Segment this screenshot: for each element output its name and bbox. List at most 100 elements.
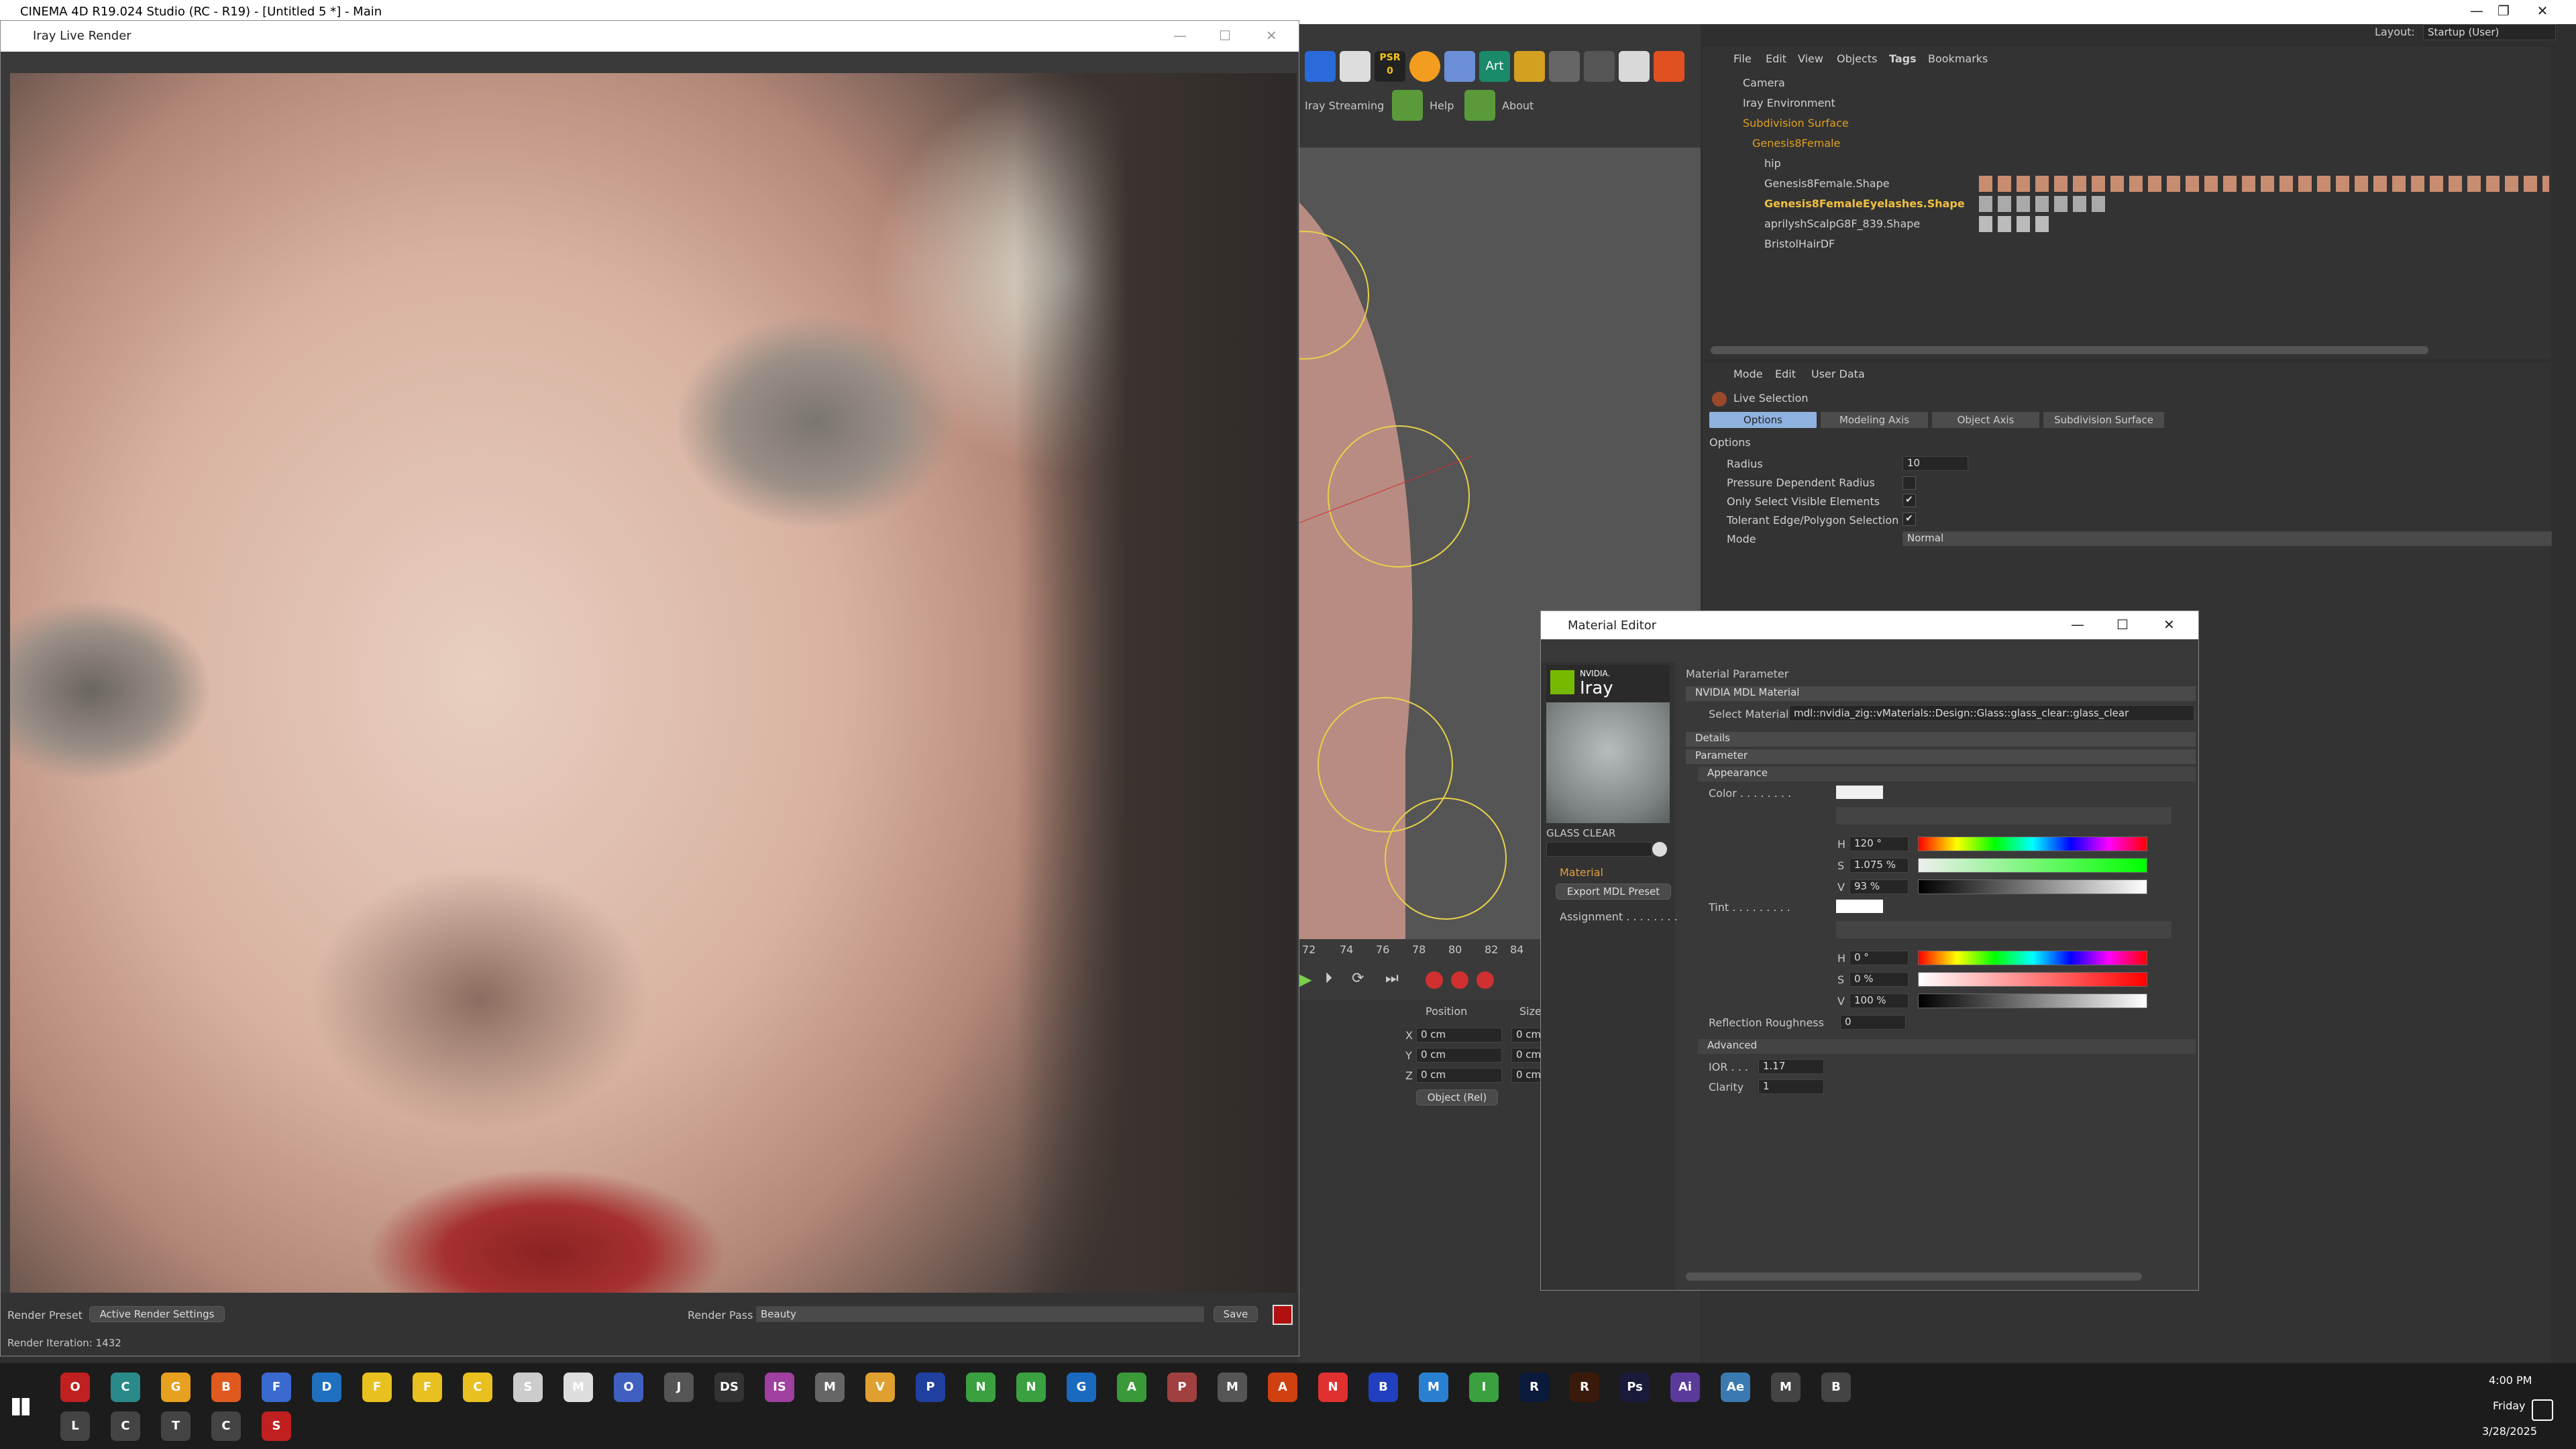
nav-material[interactable]: Material [1560, 866, 1603, 879]
taskbar-app-icon[interactable]: Ps [1620, 1373, 1650, 1402]
taskbar-app-icon[interactable]: B [1821, 1373, 1851, 1402]
color-swatch[interactable] [1836, 786, 1883, 799]
minimize-icon[interactable]: — [2071, 616, 2084, 633]
about-button[interactable]: About [1502, 99, 1534, 112]
color-h-field[interactable]: 120 ° [1849, 837, 1909, 851]
taskbar-app-icon[interactable]: DS [714, 1373, 744, 1402]
brush-icon[interactable] [1549, 51, 1580, 82]
material-tags-strip[interactable] [1979, 176, 2549, 192]
object-row-subdivision-surface[interactable]: Subdivision Surface [1704, 114, 2549, 133]
taskbar-app-icon[interactable]: F [262, 1373, 291, 1402]
export-mdl-preset-button[interactable]: Export MDL Preset [1556, 883, 1671, 900]
stop-render-icon[interactable] [1273, 1305, 1293, 1325]
taskbar-app-icon[interactable]: N [1016, 1373, 1046, 1402]
color-mode-toolbar[interactable] [1836, 807, 2171, 824]
render-pass-select[interactable]: Beauty [756, 1306, 1204, 1322]
autokey-icon[interactable] [1451, 971, 1468, 989]
render-view-icon[interactable] [1619, 51, 1650, 82]
taskbar-app-icon[interactable]: G [161, 1373, 191, 1402]
object-menu-objects[interactable]: Objects [1837, 52, 1877, 65]
notifications-icon[interactable] [2532, 1399, 2553, 1421]
taskbar-app-icon[interactable]: J [664, 1373, 694, 1402]
taskbar-app-icon[interactable]: C [211, 1411, 241, 1441]
position-y-field[interactable]: 0 cm [1416, 1048, 1502, 1063]
taskbar-app-icon[interactable]: N [1318, 1373, 1348, 1402]
snap-icon[interactable] [1409, 51, 1440, 82]
taskbar-app-icon[interactable]: A [1268, 1373, 1297, 1402]
color-value-slider[interactable] [1918, 879, 2147, 894]
go-to-end-icon[interactable]: ⏭ [1385, 970, 1404, 989]
parameter-section[interactable]: Parameter [1686, 749, 2196, 764]
clarity-field[interactable]: 1 [1758, 1079, 1824, 1094]
record-icon[interactable] [1426, 971, 1443, 989]
taskbar-app-icon[interactable]: G [1067, 1373, 1096, 1402]
iray-streaming-button[interactable]: Iray Streaming [1305, 99, 1384, 112]
minimize-icon[interactable]: — [1173, 28, 1187, 44]
taskbar-app-icon[interactable]: B [1368, 1373, 1398, 1402]
taskbar-app-icon[interactable]: R [1570, 1373, 1599, 1402]
tint-saturation-slider[interactable] [1918, 972, 2147, 987]
taskbar-app-icon[interactable]: C [111, 1411, 140, 1441]
taskbar-app-icon[interactable]: C [463, 1373, 492, 1402]
material-name-field[interactable] [1546, 842, 1652, 857]
tab-subdivision-surface[interactable]: Subdivision Surface [2043, 412, 2164, 428]
about-icon[interactable] [1464, 90, 1495, 121]
tint-value-slider[interactable] [1918, 994, 2147, 1008]
taskbar-app-icon[interactable]: F [362, 1373, 392, 1402]
taskbar-app-icon[interactable]: S [513, 1373, 543, 1402]
tint-h-field[interactable]: 0 ° [1849, 951, 1909, 965]
render-preset-select[interactable]: Active Render Settings [89, 1306, 225, 1322]
taskbar-app-icon[interactable]: Ai [1670, 1373, 1700, 1402]
help-button[interactable]: Help [1430, 99, 1454, 112]
pressure-checkbox[interactable] [1902, 476, 1916, 490]
taskbar-app-icon[interactable]: O [60, 1373, 90, 1402]
reflection-roughness-field[interactable]: 0 [1840, 1015, 1906, 1030]
material-editor-scrollbar[interactable] [1686, 1273, 2142, 1281]
color-saturation-slider[interactable] [1918, 858, 2147, 873]
taskbar-app-icon[interactable]: N [966, 1373, 996, 1402]
taskbar-app-icon[interactable]: B [211, 1373, 241, 1402]
taskbar-app-icon[interactable]: Ae [1721, 1373, 1750, 1402]
close-icon[interactable]: ✕ [2163, 616, 2175, 633]
tint-s-field[interactable]: 0 % [1849, 972, 1909, 987]
keyframe-selection-icon[interactable] [1477, 971, 1494, 989]
layout-select[interactable]: Startup (User) [2423, 24, 2556, 40]
render-grid-icon[interactable] [1654, 51, 1684, 82]
render-region-icon[interactable] [1340, 51, 1371, 82]
render-output-image[interactable] [10, 73, 1297, 1293]
tint-swatch[interactable] [1836, 900, 1883, 913]
mode-select[interactable]: Normal [1902, 531, 2552, 546]
coordinate-mode-select[interactable]: Object (Rel) [1416, 1089, 1498, 1106]
attr-menu-user-data[interactable]: User Data [1811, 368, 1865, 380]
only-visible-checkbox[interactable]: ✔ [1902, 494, 1916, 507]
taskbar-app-icon[interactable]: C [111, 1373, 140, 1402]
object-row-bristol-hair[interactable]: BristolHairDF [1704, 235, 2549, 254]
object-menu-edit[interactable]: Edit [1766, 52, 1786, 65]
object-manager-scrollbar[interactable] [1711, 346, 2428, 354]
attr-menu-edit[interactable]: Edit [1775, 368, 1796, 380]
maximize-icon[interactable]: ☐ [1219, 28, 1231, 44]
tab-object-axis[interactable]: Object Axis [1932, 412, 2039, 428]
display-icon[interactable] [1444, 51, 1475, 82]
object-row-scalp-shape[interactable]: aprilyshScalpG8F_839.Shape [1704, 215, 2549, 233]
taskbar-app-icon[interactable]: M [1218, 1373, 1247, 1402]
object-row-iray-environment[interactable]: Iray Environment [1704, 94, 2549, 113]
color-v-field[interactable]: 93 % [1849, 879, 1909, 894]
object-menu-bookmarks[interactable]: Bookmarks [1928, 52, 1988, 65]
taskbar-app-icon[interactable]: R [1519, 1373, 1549, 1402]
appearance-section[interactable]: Appearance [1698, 767, 2196, 782]
material-preview[interactable] [1546, 702, 1670, 823]
radius-field[interactable]: 10 [1902, 456, 1968, 471]
color-s-field[interactable]: 1.075 % [1849, 858, 1909, 873]
details-section[interactable]: Details [1686, 732, 2196, 747]
windows-start-icon[interactable] [12, 1398, 30, 1415]
taskbar-app-icon[interactable]: A [1117, 1373, 1146, 1402]
maximize-icon[interactable]: ☐ [2116, 616, 2129, 633]
object-row-eyelashes-shape[interactable]: Genesis8FemaleEyelashes.Shape [1704, 195, 2549, 213]
taskbar-app-icon[interactable]: O [614, 1373, 643, 1402]
save-button[interactable]: Save [1214, 1306, 1258, 1322]
tab-options[interactable]: Options [1709, 412, 1817, 428]
taskbar-app-icon[interactable]: S [262, 1411, 291, 1441]
object-row-genesis8female[interactable]: Genesis8Female [1704, 134, 2549, 153]
object-menu-view[interactable]: View [1798, 52, 1823, 65]
